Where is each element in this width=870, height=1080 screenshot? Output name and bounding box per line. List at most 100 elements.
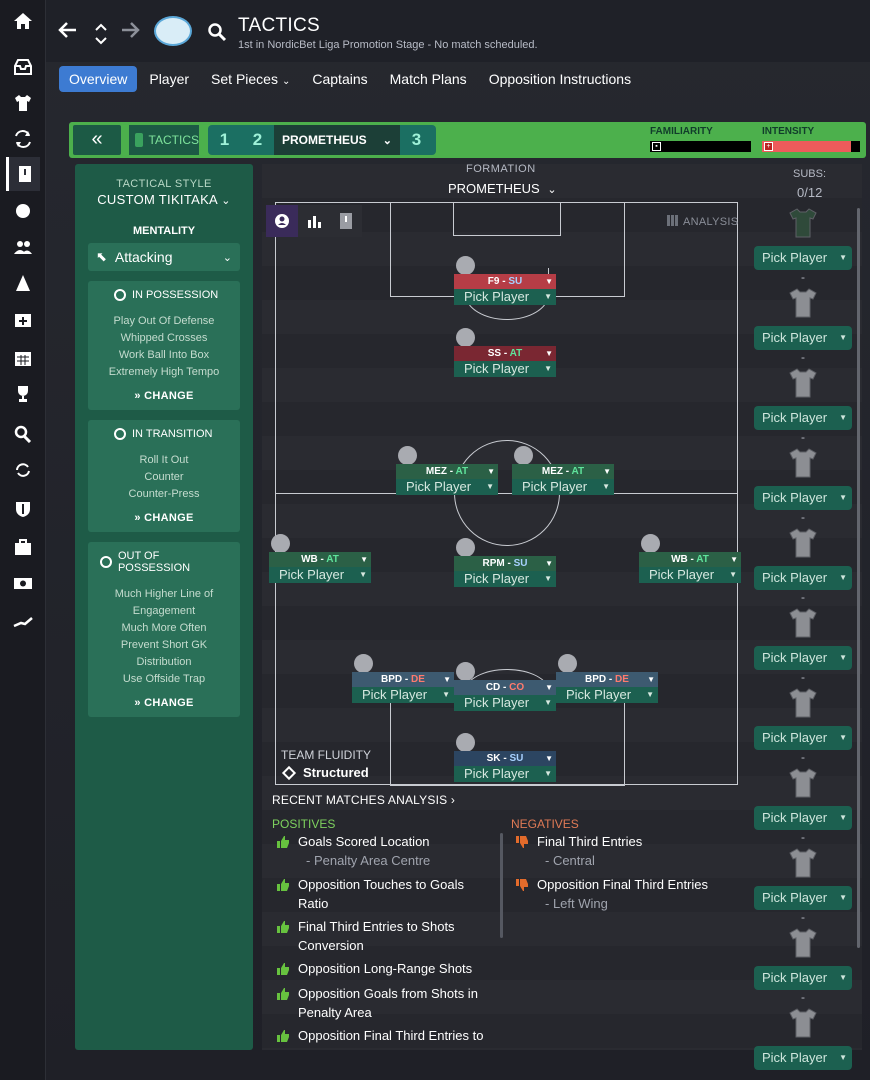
data-hub-icon[interactable]: [12, 200, 34, 222]
tactic-slot-3[interactable]: 3: [400, 130, 433, 150]
sub-slot[interactable]: Pick Player ▼ -: [754, 288, 852, 364]
sub-slot[interactable]: Pick Player ▼ -: [754, 368, 852, 444]
player-slot-sk[interactable]: SK - SU ▼ Pick Player ▼: [454, 733, 556, 782]
inbox-icon[interactable]: [12, 56, 34, 78]
search-icon[interactable]: [207, 22, 227, 47]
pick-player-dropdown[interactable]: Pick Player ▼: [754, 886, 852, 910]
player-slot-rpm[interactable]: RPM - SU ▼ Pick Player ▼: [454, 538, 556, 587]
up-down-chevron-icon[interactable]: [94, 22, 108, 51]
positive-item[interactable]: Final Third Entries to Shots Conversion: [276, 917, 455, 955]
tab-set-pieces[interactable]: Set Pieces ⌄: [201, 66, 300, 92]
forward-arrow-icon[interactable]: [120, 20, 140, 45]
role-label[interactable]: WB - AT ▼: [269, 552, 371, 567]
tactical-style-dropdown[interactable]: CUSTOM TIKITAKA ⌄: [75, 192, 253, 207]
sub-slot[interactable]: Pick Player ▼ -: [754, 528, 852, 604]
sub-slot[interactable]: Pick Player ▼ -: [754, 688, 852, 764]
positive-item[interactable]: Opposition Long-Range Shots: [276, 959, 472, 978]
mentality-dropdown[interactable]: ⬉ Attacking ⌄: [88, 243, 240, 271]
tab-player[interactable]: Player: [139, 66, 199, 92]
pick-player-dropdown[interactable]: Pick Player ▼: [754, 486, 852, 510]
schedule-icon[interactable]: [12, 347, 34, 369]
role-label[interactable]: SK - SU ▼: [454, 751, 556, 766]
collapse-button[interactable]: «: [73, 125, 121, 155]
pick-player-dropdown[interactable]: Pick Player ▼: [269, 567, 371, 583]
home-icon[interactable]: [12, 10, 34, 32]
training-icon[interactable]: [12, 272, 34, 294]
tactics-toggle[interactable]: TACTICS: [129, 125, 199, 155]
negative-item[interactable]: Opposition Final Third Entries - Left Win…: [515, 875, 708, 913]
recent-matches-link[interactable]: RECENT MATCHES ANALYSIS ›: [272, 793, 455, 807]
refresh-icon[interactable]: [12, 459, 34, 481]
player-slot-wb-left[interactable]: WB - AT ▼ Pick Player ▼: [269, 534, 371, 583]
pick-player-dropdown[interactable]: Pick Player ▼: [754, 566, 852, 590]
formation-dropdown[interactable]: PROMETHEUS ⌄: [448, 181, 557, 196]
pick-player-dropdown[interactable]: Pick Player ▼: [512, 479, 614, 495]
tab-overview[interactable]: Overview: [59, 65, 138, 92]
pick-player-dropdown[interactable]: Pick Player ▼: [454, 571, 556, 587]
pick-player-dropdown[interactable]: Pick Player ▼: [396, 479, 498, 495]
tab-match-plans[interactable]: Match Plans: [380, 66, 477, 92]
positive-item[interactable]: Opposition Touches to Goals Ratio: [276, 875, 464, 913]
tactics-icon[interactable]: [6, 157, 40, 191]
role-label[interactable]: RPM - SU ▼: [454, 556, 556, 571]
pick-player-dropdown[interactable]: Pick Player ▼: [754, 1046, 852, 1070]
role-label[interactable]: CD - CO ▼: [454, 680, 556, 695]
pick-player-dropdown[interactable]: Pick Player ▼: [352, 687, 454, 703]
tactic-selector[interactable]: PROMETHEUS ⌄: [274, 125, 400, 155]
pick-player-dropdown[interactable]: Pick Player ▼: [454, 766, 556, 782]
finances-icon[interactable]: [12, 536, 34, 558]
player-slot-bpd-right[interactable]: BPD - DE ▼ Pick Player ▼: [556, 654, 658, 703]
transfers-icon[interactable]: [12, 128, 34, 150]
player-slot-f9[interactable]: F9 - SU ▼ Pick Player ▼: [454, 256, 556, 305]
role-label[interactable]: WB - AT ▼: [639, 552, 741, 567]
staff-icon[interactable]: [12, 236, 34, 258]
familiarity-bar[interactable]: ▪: [650, 141, 751, 152]
role-label[interactable]: MEZ - AT ▼: [512, 464, 614, 479]
role-label[interactable]: MEZ - AT ▼: [396, 464, 498, 479]
role-label[interactable]: BPD - DE ▼: [352, 672, 454, 687]
analysis-button[interactable]: ANALYSIS: [667, 215, 738, 228]
pick-player-dropdown[interactable]: Pick Player ▼: [754, 726, 852, 750]
pick-player-dropdown[interactable]: Pick Player ▼: [754, 326, 852, 350]
squad-shirt-icon[interactable]: [12, 92, 34, 114]
tactic-card-icon[interactable]: [330, 205, 362, 237]
intensity-bar[interactable]: +: [762, 141, 860, 152]
club-logo[interactable]: [154, 16, 192, 46]
player-slot-mez-right[interactable]: MEZ - AT ▼ Pick Player ▼: [512, 446, 614, 495]
pick-player-dropdown[interactable]: Pick Player ▼: [454, 695, 556, 711]
pick-player-dropdown[interactable]: Pick Player ▼: [556, 687, 658, 703]
tab-captains[interactable]: Captains: [302, 66, 377, 92]
sub-slot[interactable]: Pick Player ▼ -: [754, 768, 852, 844]
pick-player-dropdown[interactable]: Pick Player ▼: [754, 246, 852, 270]
role-label[interactable]: F9 - SU ▼: [454, 274, 556, 289]
tactic-slot-2[interactable]: 2: [241, 130, 274, 150]
positive-item[interactable]: Goals Scored Location - Penalty Area Cent…: [276, 832, 430, 870]
out-of-possession-change-button[interactable]: » CHANGE: [94, 697, 234, 709]
player-slot-cd[interactable]: CD - CO ▼ Pick Player ▼: [454, 662, 556, 711]
player-slot-wb-right[interactable]: WB - AT ▼ Pick Player ▼: [639, 534, 741, 583]
pick-player-dropdown[interactable]: Pick Player ▼: [754, 406, 852, 430]
sub-slot[interactable]: Pick Player ▼ -: [754, 448, 852, 524]
scouting-icon[interactable]: [12, 423, 34, 445]
player-slot-bpd-left[interactable]: BPD - DE ▼ Pick Player ▼: [352, 654, 454, 703]
pick-player-dropdown[interactable]: Pick Player ▼: [754, 646, 852, 670]
stats-trend-icon[interactable]: [12, 610, 34, 632]
positive-item[interactable]: Opposition Goals from Shots in Penalty Ar…: [276, 984, 478, 1022]
medical-icon[interactable]: [12, 308, 34, 330]
sub-slot[interactable]: Pick Player ▼ -: [754, 848, 852, 924]
tab-opposition-instructions[interactable]: Opposition Instructions: [479, 66, 641, 92]
trophy-icon[interactable]: [12, 383, 34, 405]
pick-player-dropdown[interactable]: Pick Player ▼: [454, 361, 556, 377]
sub-slot[interactable]: Pick Player ▼ -: [754, 208, 852, 284]
sub-slot[interactable]: Pick Player ▼: [754, 1008, 852, 1070]
club-shield-icon[interactable]: [12, 498, 34, 520]
back-arrow-icon[interactable]: [58, 20, 78, 45]
analysis-scrollbar[interactable]: [500, 833, 503, 938]
pick-player-dropdown[interactable]: Pick Player ▼: [454, 289, 556, 305]
player-slot-mez-left[interactable]: MEZ - AT ▼ Pick Player ▼: [396, 446, 498, 495]
bar-chart-icon[interactable]: [298, 205, 330, 237]
role-label[interactable]: BPD - DE ▼: [556, 672, 658, 687]
pick-player-dropdown[interactable]: Pick Player ▼: [639, 567, 741, 583]
in-possession-change-button[interactable]: » CHANGE: [94, 390, 234, 402]
pick-player-dropdown[interactable]: Pick Player ▼: [754, 806, 852, 830]
